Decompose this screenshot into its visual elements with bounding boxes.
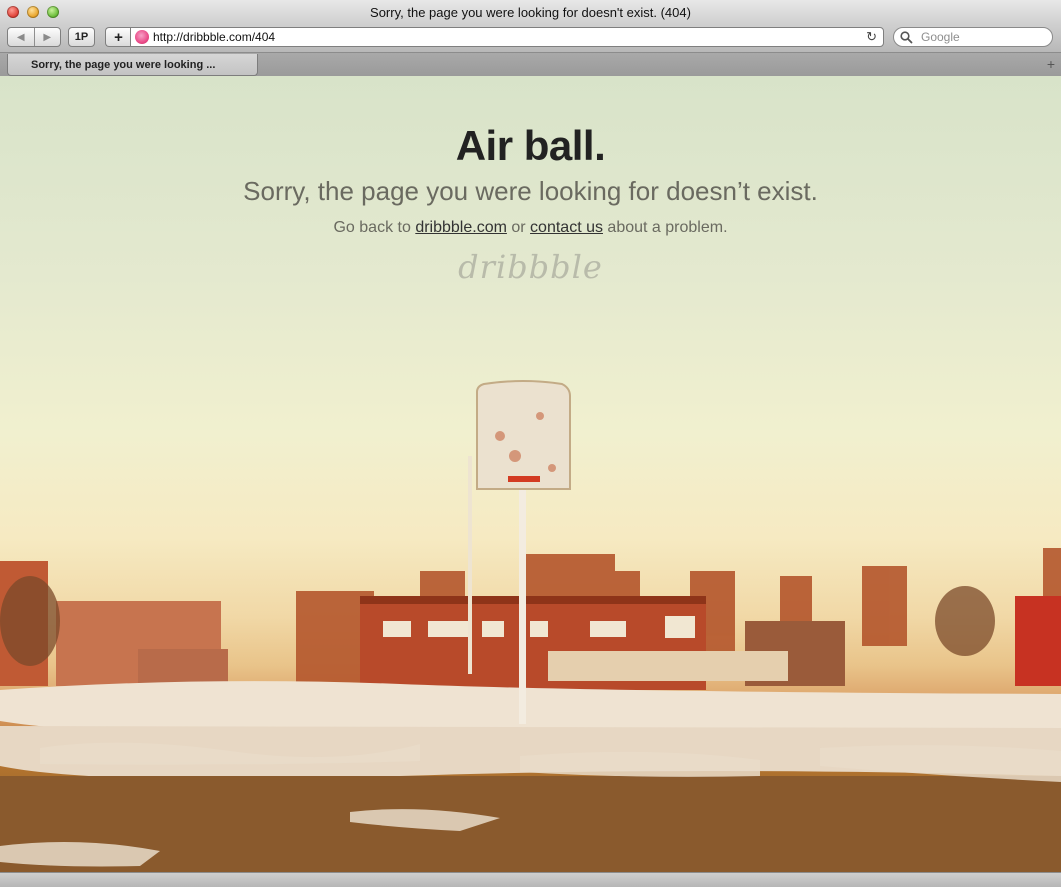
back-button[interactable]: ◀ [8, 28, 34, 46]
dribbble-logo[interactable]: dribbble [0, 248, 1061, 286]
back-forward-buttons: ◀ ▶ [7, 27, 61, 47]
window-title: Sorry, the page you were looking for doe… [370, 5, 691, 20]
add-bookmark-button[interactable]: + [105, 27, 131, 47]
help-suffix: about a problem. [602, 219, 728, 236]
search-icon [900, 31, 913, 44]
forward-button[interactable]: ▶ [35, 28, 61, 46]
contact-link[interactable]: contact us [530, 219, 603, 236]
home-link[interactable]: dribbble.com [415, 219, 507, 236]
address-bar[interactable]: http://dribbble.com/404 ↻ [130, 27, 884, 47]
help-middle: or [506, 219, 531, 236]
window-titlebar: Sorry, the page you were looking for doe… [0, 0, 1061, 25]
tab-bar: Sorry, the page you were looking ... + [0, 52, 1061, 76]
reload-icon[interactable]: ↻ [866, 29, 877, 45]
status-bar [0, 872, 1061, 887]
error-message: Sorry, the page you were looking for doe… [243, 176, 818, 206]
back-arrow-icon: ◀ [16, 31, 25, 43]
forward-arrow-icon: ▶ [43, 31, 52, 43]
new-tab-icon[interactable]: + [1047, 56, 1055, 72]
help-text: Go back to dribbble.com or contact us ab… [0, 219, 1061, 237]
search-placeholder: Google [921, 30, 960, 44]
address-bar-url: http://dribbble.com/404 [153, 30, 276, 44]
help-prefix: Go back to [333, 219, 416, 236]
page-headline: Air ball. [455, 122, 606, 169]
browser-toolbar: ◀ ▶ 1P + http://dribbble.com/404 ↻ Googl… [0, 25, 1061, 52]
search-field[interactable]: Google [893, 27, 1053, 47]
onepassword-button[interactable]: 1P [68, 27, 95, 47]
page-viewport: Air ball. Sorry, the page you were looki… [0, 76, 1061, 872]
tab-current[interactable]: Sorry, the page you were looking ... [7, 54, 258, 76]
dribbble-favicon-icon [135, 30, 149, 44]
